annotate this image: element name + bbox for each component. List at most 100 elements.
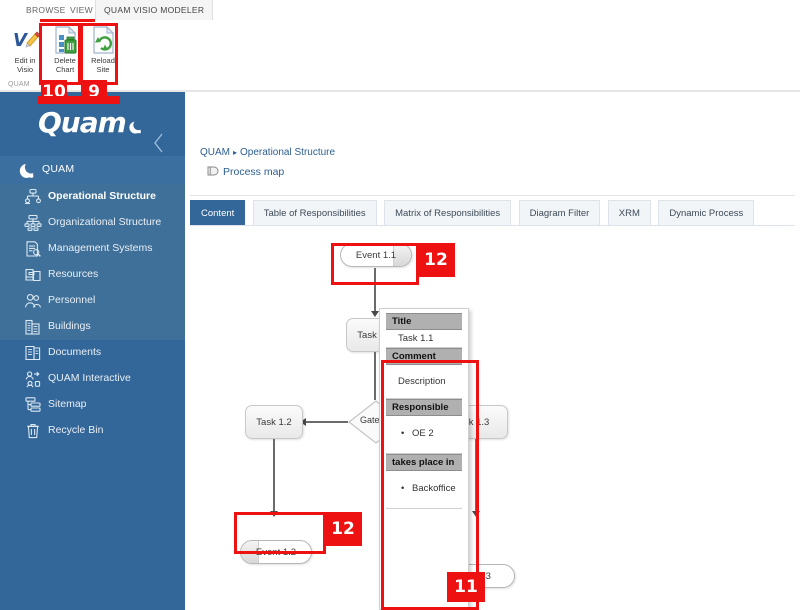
page-title-text[interactable]: Process map: [223, 166, 284, 178]
personnel-icon: [24, 292, 42, 310]
sidebar-item-label: Personnel: [48, 294, 95, 306]
content-divider: [190, 195, 795, 196]
ribbon-tab-quam-visio-modeler[interactable]: QUAM VISIO MODELER: [95, 0, 213, 20]
delete-chart-icon: [44, 24, 86, 56]
management-systems-icon: [24, 240, 42, 258]
sidebar-item-label: Operational Structure: [48, 190, 156, 202]
connector-task11-gateway: [374, 352, 376, 400]
content-tab-bar: Content Table of Responsibilities Matrix…: [190, 200, 757, 226]
tab-dynamic-process[interactable]: Dynamic Process: [658, 200, 754, 226]
reload-site-label-line2: Site: [82, 66, 124, 75]
sidebar-item-personnel[interactable]: Personnel: [0, 288, 185, 314]
sidebar-item-label: Recycle Bin: [48, 424, 103, 436]
tab-bar-underline: [190, 225, 795, 226]
application-window: BROWSE VIEW QUAM VISIO MODELER V Edit in…: [0, 0, 800, 610]
arrowhead-icon: [270, 511, 278, 517]
annotation-badge-12-bottom: 12: [324, 512, 362, 546]
sidebar-item-buildings[interactable]: Buildings: [0, 314, 185, 340]
node-label: Event 1.1: [356, 250, 396, 261]
node-label: Event 1.2: [256, 547, 296, 558]
tooltip-header-responsible: Responsible: [386, 399, 462, 416]
node-label: Task 1.2: [246, 406, 302, 440]
collapse-nav-chevron-icon[interactable]: [151, 132, 167, 154]
process-diagram-canvas[interactable]: Event 1.1 Task 1.1 Gate: [185, 232, 800, 610]
sidebar-item-resources[interactable]: Resources: [0, 262, 185, 288]
task-1-2-node[interactable]: Task 1.2: [245, 405, 303, 439]
sitemap-icon: [24, 396, 42, 414]
annotation-underline-ribbon-tab: [40, 19, 95, 22]
sidebar-item-label: Management Systems: [48, 242, 152, 254]
delete-chart-button[interactable]: Delete Chart: [44, 24, 86, 82]
sidebar-item-quam-interactive[interactable]: QUAM Interactive: [0, 366, 185, 392]
tooltip-header-title: Title: [386, 313, 462, 330]
tooltip-header-takes-place-in: takes place in: [386, 454, 462, 471]
content-area: QUAM▸Operational Structure Process map C…: [185, 92, 800, 610]
sidebar-item-quam-root[interactable]: QUAM: [0, 156, 185, 184]
edit-in-visio-button[interactable]: V Edit in Visio: [4, 24, 46, 82]
process-map-icon: [207, 166, 219, 176]
quam-moon-icon: [128, 120, 143, 135]
sidebar-item-operational-structure[interactable]: Operational Structure: [0, 184, 185, 210]
sidebar-item-list: Operational Structure Organizatio: [0, 184, 185, 444]
quam-interactive-icon: [24, 370, 42, 388]
tooltip-value-takes-place-in: Backoffice: [386, 479, 462, 500]
ribbon-group-label: QUAM: [8, 81, 30, 88]
delete-chart-label-line2: Chart: [44, 66, 86, 75]
tab-xrm[interactable]: XRM: [608, 200, 651, 226]
page-title: Process map: [207, 166, 284, 178]
tooltip-card: Title Task 1.1 Comment Description Respo…: [379, 308, 469, 610]
ribbon-body: V Edit in Visio: [0, 20, 800, 92]
breadcrumb: QUAM▸Operational Structure: [200, 147, 335, 158]
sidebar-item-organizational-structure[interactable]: Organizational Structure: [0, 210, 185, 236]
quam-logo-text: Quam: [38, 106, 126, 139]
tab-matrix-of-responsibilities[interactable]: Matrix of Responsibilities: [384, 200, 511, 226]
sidebar-item-recycle-bin[interactable]: Recycle Bin: [0, 418, 185, 444]
annotation-badge-12-top: 12: [417, 243, 455, 277]
sidebar-item-label: Sitemap: [48, 398, 87, 410]
tab-content[interactable]: Content: [190, 200, 245, 226]
sidebar-root-label: QUAM: [42, 163, 74, 175]
sidebar-item-sitemap[interactable]: Sitemap: [0, 392, 185, 418]
connector-task13-event13: [475, 439, 477, 513]
breadcrumb-root[interactable]: QUAM: [200, 147, 230, 158]
connector-event11-task11: [374, 268, 376, 313]
connector-gateway-task12: [305, 421, 348, 423]
ribbon-tab-strip: BROWSE VIEW QUAM VISIO MODELER: [0, 0, 800, 21]
tooltip-header-comment: Comment: [386, 348, 462, 365]
breadcrumb-current[interactable]: Operational Structure: [240, 147, 335, 158]
tooltip-value-responsible: OE 2: [386, 424, 462, 445]
tab-diagram-filter[interactable]: Diagram Filter: [519, 200, 601, 226]
arrowhead-icon: [472, 511, 480, 517]
recycle-bin-icon: [24, 422, 42, 440]
sidebar-item-label: Resources: [48, 268, 98, 280]
tab-table-of-responsibilities[interactable]: Table of Responsibilities: [253, 200, 377, 226]
sidebar-item-documents[interactable]: Documents: [0, 340, 185, 366]
tooltip-value-title: Task 1.1: [386, 330, 462, 348]
arrowhead-icon: [371, 311, 379, 317]
documents-icon: [24, 344, 42, 362]
sidebar-item-label: Organizational Structure: [48, 216, 161, 228]
reload-site-button[interactable]: Reload Site: [82, 24, 124, 82]
sidebar-item-label: Buildings: [48, 320, 91, 332]
reload-site-icon: [82, 24, 124, 56]
annotation-bar-logo: [38, 96, 120, 104]
annotation-badge-11: 11: [447, 572, 485, 602]
connector-task12-event12: [273, 439, 275, 513]
left-navigation-panel: Quam QUAM: [0, 92, 185, 610]
event-1-1-node[interactable]: Event 1.1: [340, 243, 412, 267]
breadcrumb-separator-icon: ▸: [230, 148, 240, 157]
buildings-icon: [24, 318, 42, 336]
edit-in-visio-label-line2: Visio: [4, 66, 46, 75]
tooltip-value-comment: Description: [386, 373, 462, 390]
organizational-structure-icon: [24, 214, 42, 232]
sidebar-item-label: QUAM Interactive: [48, 372, 131, 384]
sidebar-item-label: Documents: [48, 346, 101, 358]
operational-structure-icon: [24, 188, 42, 206]
quam-moon-icon: [18, 162, 36, 180]
visio-edit-icon: V: [4, 24, 46, 56]
event-1-2-node[interactable]: Event 1.2: [240, 540, 312, 564]
svg-text:V: V: [13, 30, 29, 51]
node-label: Gate: [360, 415, 380, 425]
sidebar-item-management-systems[interactable]: Management Systems: [0, 236, 185, 262]
resources-icon: [24, 266, 42, 284]
